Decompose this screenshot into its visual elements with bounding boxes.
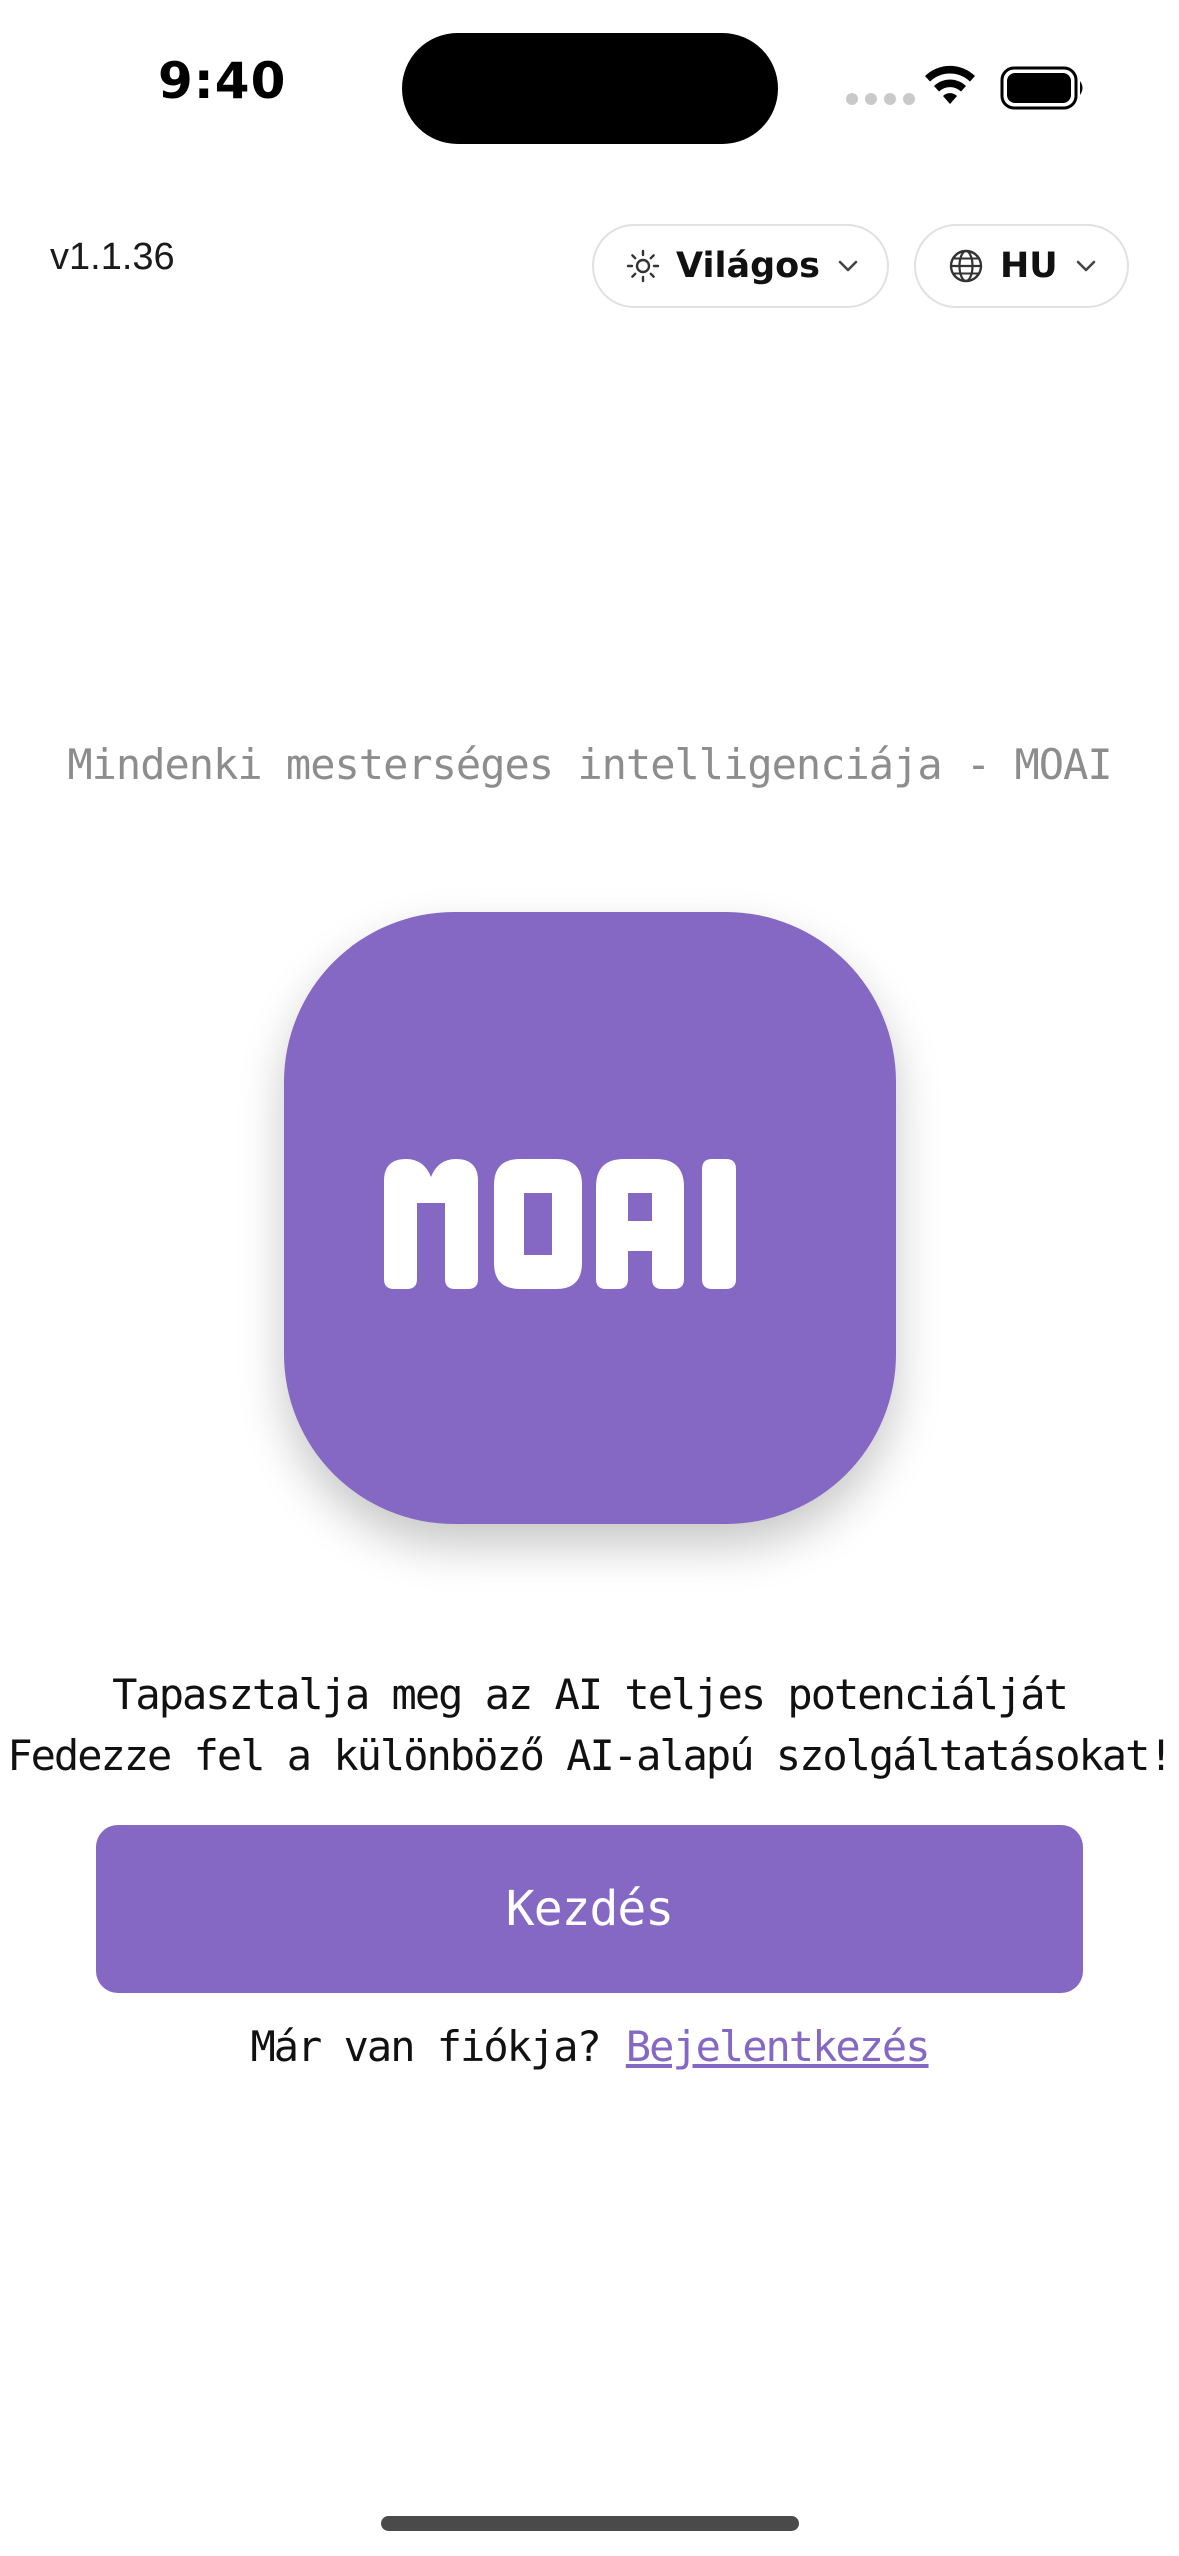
- status-bar: 9:40: [0, 0, 1179, 180]
- moai-logo-lettering: [384, 1159, 736, 1289]
- start-button[interactable]: Kezdés: [96, 1825, 1083, 1993]
- tagline: Mindenki mesterséges intelligenciája - M…: [67, 740, 1112, 789]
- language-selector-button[interactable]: HU: [914, 224, 1129, 308]
- globe-icon: [948, 248, 984, 284]
- theme-selector-label: Világos: [676, 246, 821, 286]
- chevron-down-icon: [1074, 258, 1098, 274]
- status-time: 9:40: [158, 52, 287, 110]
- sun-icon: [626, 249, 660, 283]
- home-indicator[interactable]: [381, 2516, 799, 2531]
- chevron-down-icon: [836, 258, 860, 274]
- dynamic-island: [402, 33, 778, 144]
- login-prompt-row: Már van fiókja? Bejelentkezés: [0, 2022, 1179, 2071]
- login-prompt-text: Már van fiókja?: [250, 2022, 601, 2071]
- app-version-label: v1.1.36: [50, 236, 175, 278]
- cellular-signal-icon: [846, 93, 915, 105]
- moai-logo: [284, 912, 896, 1524]
- wifi-icon: [922, 64, 978, 111]
- language-selector-label: HU: [1000, 246, 1058, 286]
- headline-line-1: Tapasztalja meg az AI teljes potenciáljá…: [112, 1670, 1069, 1719]
- battery-icon: [1000, 66, 1086, 115]
- headline-line-2: Fedezze fel a különböző AI-alapú szolgál…: [7, 1731, 1173, 1780]
- theme-selector-button[interactable]: Világos: [592, 224, 889, 308]
- login-link[interactable]: Bejelentkezés: [626, 2022, 931, 2071]
